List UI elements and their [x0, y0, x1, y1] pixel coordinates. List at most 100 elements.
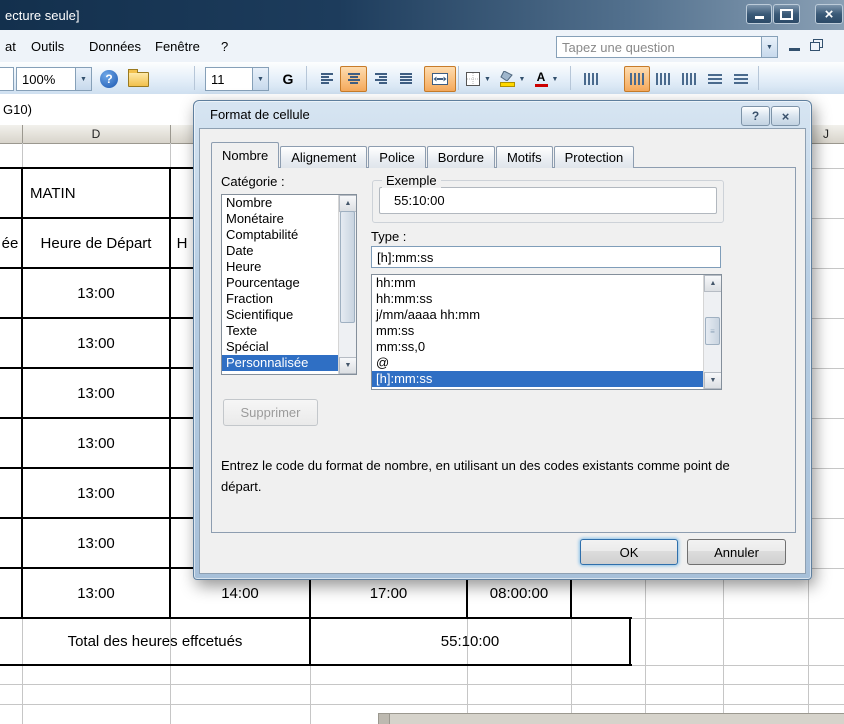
tab-bordure[interactable]: Bordure: [426, 146, 495, 168]
scrollbar-thumb[interactable]: ≡: [705, 317, 720, 345]
cell-heure-depart[interactable]: Heure de Départ: [22, 218, 170, 268]
format-item[interactable]: @: [372, 355, 704, 371]
question-box[interactable]: Tapez une question ▼: [556, 36, 778, 58]
bold-button[interactable]: G: [274, 66, 302, 92]
chevron-down-icon[interactable]: ▼: [515, 76, 530, 83]
category-item[interactable]: Date: [222, 243, 339, 259]
cancel-button[interactable]: Annuler: [687, 539, 786, 565]
menu-item-outils[interactable]: Outils: [26, 36, 69, 56]
chevron-down-icon[interactable]: ▼: [75, 68, 91, 90]
toolbar-partial-combo[interactable]: [0, 67, 14, 91]
cell-total-label[interactable]: Total des heures effcetués: [0, 618, 310, 665]
workbook-restore-icon[interactable]: [810, 39, 823, 51]
scroll-down-icon[interactable]: ▼: [704, 372, 721, 389]
menu-item-fenetre[interactable]: Fenêtre: [150, 36, 205, 56]
menu-item-donnees[interactable]: Données: [84, 36, 146, 56]
format-scrollbar[interactable]: ▲ ≡ ▼: [703, 275, 721, 389]
font-size-combo[interactable]: 11 ▼: [205, 67, 269, 91]
cell-time[interactable]: 13:00: [22, 318, 170, 368]
column-header-d[interactable]: D: [22, 125, 170, 143]
font-color-button[interactable]: A ▼: [532, 66, 565, 92]
cell-total-value[interactable]: 55:10:00: [310, 618, 630, 665]
category-item[interactable]: Nombre: [222, 195, 339, 211]
category-item[interactable]: Fraction: [222, 291, 339, 307]
chevron-down-icon[interactable]: ▼: [761, 37, 777, 57]
align-left-button[interactable]: [314, 66, 341, 92]
maximize-button[interactable]: [773, 4, 800, 24]
columns-tool-button-3[interactable]: [650, 66, 676, 92]
cell-left-partial[interactable]: ée: [0, 218, 20, 268]
chevron-down-icon[interactable]: ▼: [252, 68, 268, 90]
columns-tool-button-4[interactable]: [676, 66, 702, 92]
columns-tool-button-2[interactable]: [624, 66, 650, 92]
cell-time[interactable]: 13:00: [22, 418, 170, 468]
rows-icon: [734, 74, 748, 84]
tab-alignement[interactable]: Alignement: [280, 146, 368, 168]
category-scrollbar[interactable]: ▲ ▼: [338, 195, 356, 374]
category-item[interactable]: Monétaire: [222, 211, 339, 227]
tab-motifs[interactable]: Motifs: [495, 146, 553, 168]
category-item[interactable]: Pourcentage: [222, 275, 339, 291]
columns-icon: [682, 73, 696, 85]
category-item[interactable]: Comptabilité: [222, 227, 339, 243]
merge-center-button[interactable]: [424, 66, 456, 92]
scrollbar-thumb[interactable]: [340, 211, 355, 323]
tab-protection[interactable]: Protection: [553, 146, 635, 168]
category-item[interactable]: Spécial: [222, 339, 339, 355]
rows-tool-button-1[interactable]: [702, 66, 728, 92]
workbook-minimize-icon[interactable]: [789, 48, 800, 51]
cell-time[interactable]: 13:00: [22, 268, 170, 318]
format-item[interactable]: j/mm/aaaa hh:mm: [372, 307, 704, 323]
cell-time[interactable]: 13:00: [22, 368, 170, 418]
zoom-combo[interactable]: 100% ▼: [16, 67, 92, 91]
rows-tool-button-2[interactable]: [728, 66, 754, 92]
scroll-up-icon[interactable]: ▲: [339, 195, 356, 212]
tab-police[interactable]: Police: [368, 146, 426, 168]
scroll-down-icon[interactable]: ▼: [339, 357, 356, 374]
format-item[interactable]: mm:ss: [372, 323, 704, 339]
delete-button[interactable]: Supprimer: [223, 399, 318, 426]
menu-bar: at Outils Données Fenêtre ? Tapez une qu…: [0, 30, 844, 63]
category-item-selected[interactable]: Personnalisée: [222, 355, 339, 371]
cell-right-partial[interactable]: H: [172, 218, 192, 268]
open-button[interactable]: [124, 66, 152, 92]
dialog-help-button[interactable]: ?: [741, 106, 770, 126]
column-header-j[interactable]: J: [808, 125, 844, 143]
menu-item-help[interactable]: ?: [216, 36, 233, 56]
scrollbar-grip[interactable]: [379, 714, 390, 724]
minimize-button[interactable]: [746, 4, 772, 24]
formula-text: G10): [3, 101, 32, 117]
menu-item-format-partial[interactable]: at: [0, 36, 21, 56]
type-input[interactable]: [h]:mm:ss: [371, 246, 721, 268]
justify-button[interactable]: [392, 66, 419, 92]
format-item-selected[interactable]: [h]:mm:ss: [372, 371, 704, 387]
scroll-up-icon[interactable]: ▲: [704, 275, 721, 292]
category-item[interactable]: Scientifique: [222, 307, 339, 323]
category-label: Catégorie :: [221, 174, 285, 189]
borders-button[interactable]: ▼: [464, 66, 497, 92]
font-size-value: 11: [211, 71, 225, 87]
help-button[interactable]: ?: [96, 66, 122, 92]
cell-matin[interactable]: MATIN: [22, 168, 178, 218]
category-item[interactable]: Heure: [222, 259, 339, 275]
ok-button[interactable]: OK: [580, 539, 678, 565]
chevron-down-icon[interactable]: ▼: [548, 76, 563, 83]
format-item[interactable]: mm:ss,0: [372, 339, 704, 355]
horizontal-scrollbar[interactable]: [378, 713, 844, 724]
format-item[interactable]: hh:mm:ss: [372, 291, 704, 307]
tab-nombre[interactable]: Nombre: [211, 142, 280, 168]
format-item[interactable]: hh:mm: [372, 275, 704, 291]
align-center-button[interactable]: [340, 66, 367, 92]
columns-tool-button-1[interactable]: [578, 66, 604, 92]
cell-bottom-1[interactable]: 13:00: [22, 568, 170, 618]
chevron-down-icon[interactable]: ▼: [480, 76, 495, 83]
close-button[interactable]: ×: [815, 4, 843, 24]
align-right-button[interactable]: [366, 66, 393, 92]
dialog-close-button[interactable]: ×: [771, 106, 800, 126]
align-right-icon: [374, 73, 387, 84]
category-item[interactable]: Texte: [222, 323, 339, 339]
fill-color-button[interactable]: ▼: [498, 66, 531, 92]
font-color-icon: A: [534, 71, 548, 87]
cell-time[interactable]: 13:00: [22, 468, 170, 518]
cell-time[interactable]: 13:00: [22, 518, 170, 568]
